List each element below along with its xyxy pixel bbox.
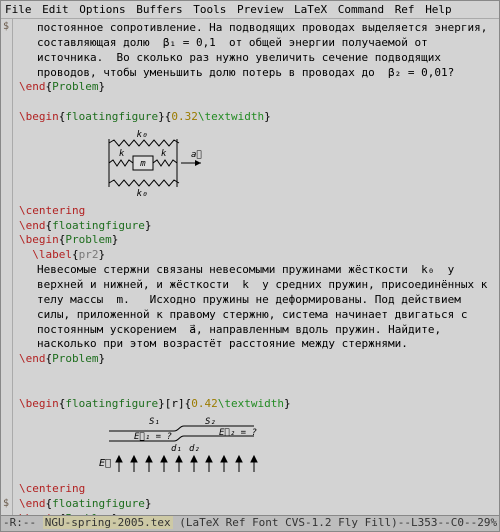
cmd-begin: \begin [19, 233, 59, 246]
modeline-flags: -R:-- [3, 516, 43, 529]
figure-springs: k₀ k k m a⃗ k₀ [79, 129, 209, 197]
menu-command[interactable]: Command [338, 3, 384, 16]
paragraph-pr2: Невесомые стержни связаны невесомыми пру… [19, 263, 495, 352]
menu-ref[interactable]: Ref [395, 3, 415, 16]
cmd-textwidth: \textwidth [198, 110, 264, 123]
fig2-S1: S₁ [149, 417, 160, 427]
fig2-E2: E⃗₂ = ? [219, 428, 257, 438]
cmd-centering: \centering [19, 482, 85, 495]
env-problem: Problem [65, 233, 111, 246]
editor-frame: $ $ постоянное сопротивление. На подводя… [1, 19, 499, 515]
text-buffer[interactable]: постоянное сопротивление. На подводящих … [13, 19, 499, 515]
cmd-end: \end [19, 352, 46, 365]
fig2-d1: d₁ [171, 444, 182, 454]
cmd-end: \end [19, 497, 46, 510]
menu-preview[interactable]: Preview [237, 3, 283, 16]
env-floatingfigure: floatingfigure [65, 397, 158, 410]
label-pr2: pr2 [79, 248, 99, 261]
env-problem: Problem [52, 80, 98, 93]
env-floatingfigure: floatingfigure [52, 497, 145, 510]
env-problem: Problem [52, 352, 98, 365]
cmd-end: \end [19, 80, 46, 93]
overflow-marker-icon: $ [1, 498, 12, 509]
menu-file[interactable]: File [5, 3, 32, 16]
env-problem: Problem [65, 512, 111, 515]
cmd-label: \label [32, 248, 72, 261]
left-margin: $ $ [1, 19, 13, 515]
cmd-textwidth: \textwidth [218, 397, 284, 410]
ff2-width: 0.42 [191, 397, 218, 410]
fig2-d2: d₂ [189, 444, 200, 454]
overflow-marker-icon: $ [1, 21, 12, 32]
cmd-end: \end [19, 219, 46, 232]
figure-plates: S₁ S₂ E⃗₁ = ? E⃗₂ = ? d₁ d₂ E⃗ [79, 416, 269, 476]
mode-line: -R:-- NGU-spring-2005.tex (LaTeX Ref Fon… [1, 515, 499, 531]
fig1-k0-bot: k₀ [137, 189, 148, 197]
fig1-k-left: k [119, 149, 125, 159]
modeline-status: (LaTeX Ref Font CVS-1.2 Fly Fill)--L353-… [173, 516, 499, 529]
menu-options[interactable]: Options [79, 3, 125, 16]
cmd-begin: \begin [19, 397, 59, 410]
env-floatingfigure: floatingfigure [65, 110, 158, 123]
menu-latex[interactable]: LaTeX [294, 3, 327, 16]
cmd-begin: \begin [19, 512, 59, 515]
menu-buffers[interactable]: Buffers [136, 3, 182, 16]
ff2-opt: [r] [165, 397, 185, 410]
fig1-a: a⃗ [191, 150, 202, 160]
cmd-centering: \centering [19, 204, 85, 217]
menu-edit[interactable]: Edit [42, 3, 69, 16]
fig2-E1: E⃗₁ = ? [134, 432, 172, 442]
buffer-filename: NGU-spring-2005.tex [43, 516, 173, 529]
fig1-k-right: k [161, 149, 167, 159]
paragraph-pr1-tail: постоянное сопротивление. На подводящих … [19, 21, 495, 80]
fig1-k0-top: k₀ [137, 130, 148, 140]
env-floatingfigure: floatingfigure [52, 219, 145, 232]
fig2-E: E⃗ [99, 458, 111, 469]
menu-help[interactable]: Help [425, 3, 452, 16]
fig1-m: m [139, 159, 146, 169]
menu-bar: File Edit Options Buffers Tools Preview … [1, 1, 499, 19]
menu-tools[interactable]: Tools [193, 3, 226, 16]
cmd-begin: \begin [19, 110, 59, 123]
ff1-width: 0.32 [171, 110, 198, 123]
